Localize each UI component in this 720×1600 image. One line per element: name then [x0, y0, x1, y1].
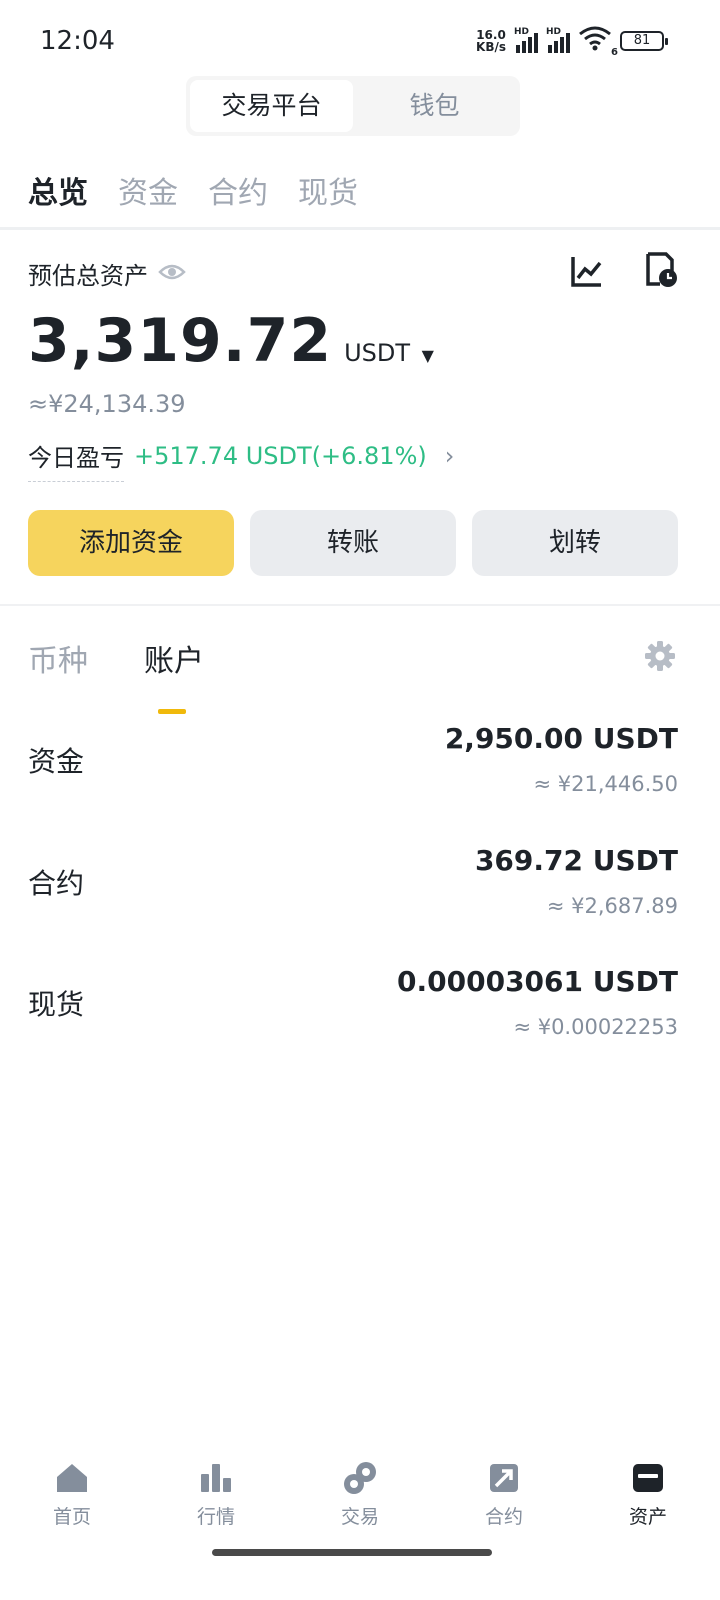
hd-label: HD — [514, 27, 530, 37]
total-balance: 3,319.72 — [28, 306, 333, 376]
currency-unit: USDT — [344, 339, 411, 367]
tab-funding[interactable]: 资金 — [118, 168, 178, 212]
wallet-icon — [633, 1464, 663, 1492]
balance-row: 3,319.72 USDT ▼ — [28, 306, 434, 376]
tab-coins[interactable]: 币种 — [28, 636, 88, 680]
bar-chart-icon — [201, 1464, 231, 1492]
add-funds-button[interactable]: 添加资金 — [28, 510, 234, 576]
account-row-futures[interactable]: 合约 369.72 USDT ≈ ¥2,687.89 — [28, 844, 678, 944]
chevron-right-icon: › — [444, 442, 455, 470]
tab-overview[interactable]: 总览 — [28, 168, 88, 212]
account-name: 现货 — [28, 988, 85, 1021]
fiat-equivalent: ≈¥24,134.39 — [28, 390, 186, 418]
account-fiat: ≈ ¥2,687.89 — [546, 894, 678, 918]
home-icon — [57, 1464, 87, 1492]
signal-2-icon: HD — [546, 27, 570, 53]
segment-wallet[interactable]: 钱包 — [353, 80, 516, 132]
account-value: 0.00003061 USDT — [397, 965, 678, 998]
nav-label: 交易 — [340, 1506, 379, 1528]
account-name: 合约 — [28, 867, 85, 900]
caret-down-icon: ▼ — [421, 346, 434, 365]
top-tabs: 总览 资金 合约 现货 — [28, 168, 358, 212]
estimated-assets-text: 预估总资产 — [28, 262, 148, 290]
account-fiat: ≈ ¥21,446.50 — [533, 772, 678, 796]
segment-exchange[interactable]: 交易平台 — [190, 80, 353, 132]
tab-futures[interactable]: 合约 — [208, 168, 268, 212]
account-value: 2,950.00 USDT — [444, 722, 678, 755]
home-indicator[interactable] — [212, 1549, 492, 1556]
nav-label: 行情 — [196, 1506, 235, 1528]
status-time: 12:04 — [40, 26, 115, 56]
trade-icon — [344, 1462, 376, 1494]
eye-icon[interactable] — [158, 260, 186, 288]
nav-label: 资产 — [628, 1506, 667, 1528]
pnl-chart-icon[interactable] — [570, 254, 604, 288]
nav-label: 首页 — [52, 1506, 91, 1528]
network-speed: 16.0 KB/s — [476, 29, 506, 53]
bottom-nav: 首页 行情 交易 合约 资产 — [0, 1460, 720, 1540]
gear-icon[interactable] — [644, 640, 676, 672]
nav-home[interactable]: 首页 — [0, 1460, 144, 1540]
signal-1-icon: HD — [514, 27, 538, 53]
sub-tabs: 币种 账户 — [28, 636, 204, 714]
account-fiat: ≈ ¥0.00022253 — [513, 1015, 678, 1039]
futures-icon — [490, 1464, 518, 1492]
battery-icon: 81 — [620, 31, 668, 51]
status-icons: 16.0 KB/s HD HD 6 81 — [476, 26, 668, 58]
tab-accounts[interactable]: 账户 — [144, 636, 204, 714]
today-pnl-value: +517.74 USDT(+6.81%) — [134, 442, 427, 470]
divider — [0, 604, 720, 606]
today-pnl-label: 今日盈亏 — [28, 438, 124, 482]
wifi-badge: 6 — [611, 47, 618, 58]
account-name: 资金 — [28, 745, 85, 778]
nav-trade[interactable]: 交易 — [288, 1460, 432, 1540]
network-speed-unit: KB/s — [476, 40, 506, 54]
assets-page: 12:04 16.0 KB/s HD HD 6 81 交易平台 钱包 总览 资金… — [0, 0, 720, 1600]
tab-spot[interactable]: 现货 — [298, 168, 358, 212]
status-bar: 12:04 16.0 KB/s HD HD 6 81 — [0, 0, 720, 80]
divider — [0, 227, 720, 230]
nav-markets[interactable]: 行情 — [144, 1460, 288, 1540]
account-value: 369.72 USDT — [474, 844, 678, 877]
account-row-funding[interactable]: 资金 2,950.00 USDT ≈ ¥21,446.50 — [28, 722, 678, 822]
nav-futures[interactable]: 合约 — [432, 1460, 576, 1540]
hd-label: HD — [546, 27, 562, 37]
estimated-assets-label: 预估总资产 — [28, 256, 186, 291]
action-buttons: 添加资金 转账 划转 — [28, 510, 678, 576]
today-pnl[interactable]: 今日盈亏 +517.74 USDT(+6.81%) › — [28, 438, 454, 482]
nav-label: 合约 — [484, 1506, 523, 1528]
platform-segment: 交易平台 钱包 — [186, 76, 520, 136]
internal-transfer-button[interactable]: 划转 — [472, 510, 678, 576]
account-row-spot[interactable]: 现货 0.00003061 USDT ≈ ¥0.00022253 — [28, 965, 678, 1065]
history-icon[interactable] — [644, 252, 678, 288]
transfer-button[interactable]: 转账 — [250, 510, 456, 576]
nav-assets[interactable]: 资产 — [576, 1460, 720, 1540]
wifi-icon: 6 — [578, 26, 618, 58]
currency-selector[interactable]: USDT ▼ — [344, 339, 434, 367]
